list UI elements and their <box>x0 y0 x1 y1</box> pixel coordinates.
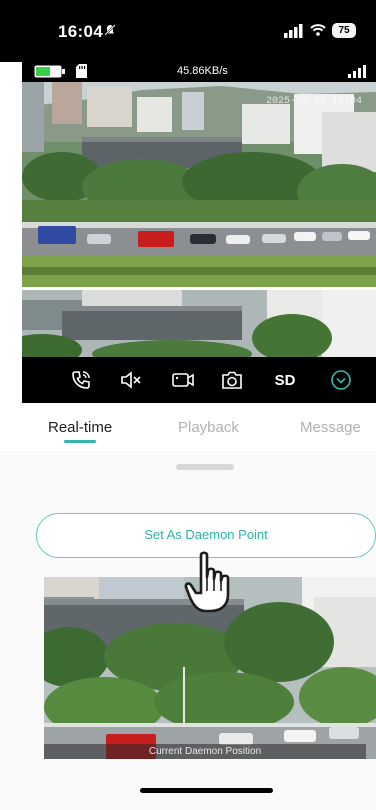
silent-bell-icon <box>104 24 116 39</box>
chevron-down-circle-icon[interactable] <box>328 368 354 392</box>
tab-playback[interactable]: Playback <box>178 419 239 436</box>
pointing-hand-icon <box>183 551 235 615</box>
cellular-signal-icon <box>284 24 304 38</box>
live-video-view[interactable] <box>22 82 376 287</box>
home-indicator[interactable] <box>140 788 273 793</box>
camera-battery-icon <box>34 65 66 78</box>
status-time: 16:04 <box>58 22 103 41</box>
tab-real-time[interactable]: Real-time <box>48 419 112 436</box>
live-video-frame <box>22 82 376 287</box>
sd-button[interactable]: SD <box>272 368 298 392</box>
sd-card-icon <box>76 64 87 78</box>
current-daemon-position-label: Current Daemon Position <box>44 744 366 759</box>
camera-info-bar: 45.86KB/s <box>22 62 376 82</box>
speaker-mute-icon[interactable] <box>118 368 144 392</box>
secondary-video-view[interactable] <box>22 290 376 357</box>
data-rate: 45.86KB/s <box>177 65 228 77</box>
battery-icon: 75 <box>332 23 356 38</box>
video-toolbar: SD <box>22 357 376 403</box>
snapshot-icon[interactable] <box>219 368 245 392</box>
camera-signal-icon <box>348 65 366 78</box>
tab-message[interactable]: Message <box>300 419 361 436</box>
wifi-icon <box>310 22 326 38</box>
drag-handle[interactable] <box>176 464 234 470</box>
camera-app-screen: 16:04 75 45.86KB/s 2025-03-06 16:04 SD R… <box>0 0 376 810</box>
active-tab-indicator <box>64 440 96 443</box>
record-icon[interactable] <box>170 368 196 392</box>
secondary-video-frame <box>22 290 376 357</box>
call-icon[interactable] <box>68 368 94 392</box>
video-timestamp: 2025-03-06 16:04 <box>266 96 363 107</box>
status-bar: 16:04 75 <box>0 0 376 62</box>
